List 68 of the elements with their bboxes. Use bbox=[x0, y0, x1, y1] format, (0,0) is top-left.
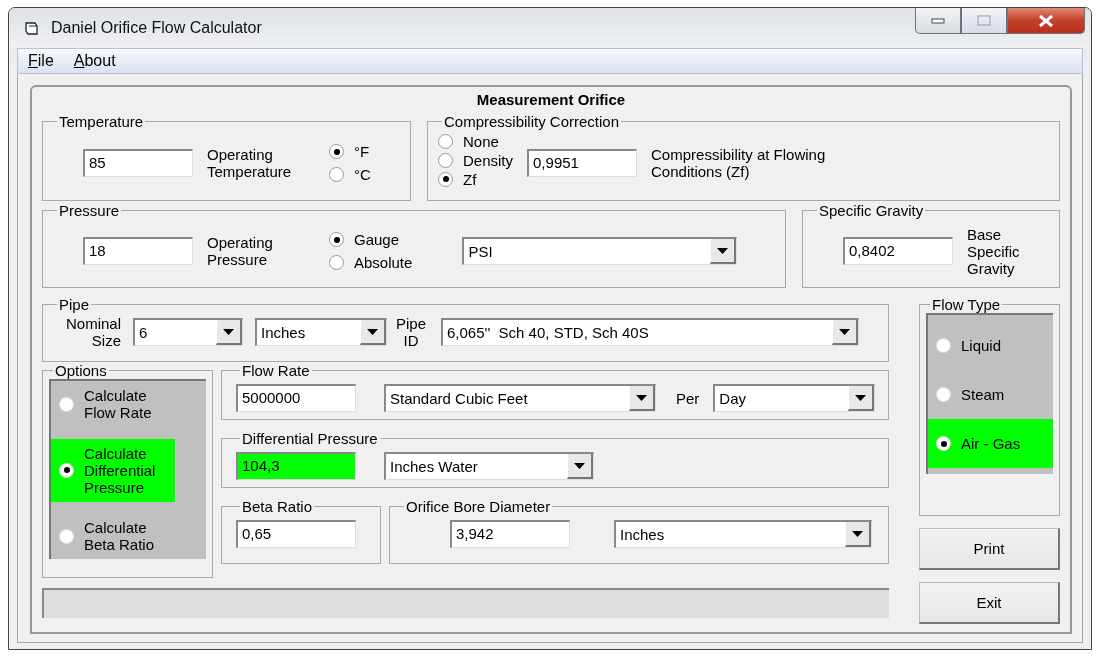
option-radio[interactable]: Calculate Differential Pressure bbox=[51, 438, 175, 502]
menu-item[interactable]: File bbox=[24, 52, 58, 70]
caret-icon bbox=[636, 394, 647, 401]
group-label: Pressure bbox=[58, 202, 121, 219]
period-dropdown[interactable]: Day bbox=[713, 384, 876, 412]
group-label: Temperature bbox=[58, 113, 145, 130]
pressure-field[interactable]: 18 bbox=[83, 237, 193, 265]
unit-dropdown[interactable]: Inches bbox=[614, 520, 872, 548]
close-icon bbox=[1038, 14, 1054, 27]
unit-dropdown[interactable]: Standard Cubic Feet bbox=[384, 384, 656, 412]
pipe-id-dropdown[interactable]: 6,065'' Sch 40, STD, Sch 40S bbox=[441, 318, 859, 346]
minimize-icon bbox=[931, 17, 945, 24]
correction-radio[interactable]: Zf bbox=[438, 170, 514, 188]
beta-ratio-field[interactable]: 0,65 bbox=[236, 520, 356, 548]
action-button[interactable]: Print bbox=[919, 528, 1060, 570]
maximize-button[interactable] bbox=[961, 8, 1007, 34]
group-label: Pipe bbox=[58, 296, 91, 313]
menu-item[interactable]: About bbox=[69, 52, 120, 70]
correction-radio[interactable]: None bbox=[438, 132, 514, 150]
option-radio[interactable]: Calculate Flow Rate bbox=[51, 381, 175, 427]
group-label: Flow Type bbox=[931, 296, 1002, 313]
field-label: Compressibility at Flowing Conditions (Zf) bbox=[651, 146, 827, 180]
pressure-mode-radio[interactable]: Absolute bbox=[329, 254, 413, 271]
correction-radio[interactable]: Density bbox=[438, 151, 514, 169]
caret-icon bbox=[717, 247, 729, 254]
group-label: Orifice Bore Diameter bbox=[405, 498, 552, 515]
minimize-button[interactable] bbox=[915, 8, 961, 34]
size-dropdown[interactable]: 6 bbox=[133, 318, 243, 346]
flow-rate-field[interactable]: 5000000 bbox=[236, 384, 356, 412]
field-label: Per bbox=[676, 389, 700, 407]
unit-dropdown[interactable]: Inches Water bbox=[384, 452, 594, 480]
option-radio[interactable]: Calculate Beta Ratio bbox=[51, 513, 175, 559]
group-label: Flow Rate bbox=[241, 362, 311, 379]
pressure-mode-radio[interactable]: Gauge bbox=[329, 231, 413, 248]
caret-icon bbox=[223, 328, 234, 335]
field-label: Operating Temperature bbox=[207, 146, 293, 180]
caret-icon bbox=[839, 328, 850, 335]
window-title: Daniel Orifice Flow Calculator bbox=[51, 19, 262, 37]
field-label: Nominal Size bbox=[64, 315, 121, 349]
caret-icon bbox=[367, 328, 378, 335]
caret-icon bbox=[574, 462, 585, 469]
group-label: Beta Ratio bbox=[241, 498, 314, 515]
field-label: Pipe ID bbox=[395, 315, 427, 349]
bore-diameter-field[interactable]: 3,942 bbox=[450, 520, 570, 548]
group-label: Compressibility Correction bbox=[443, 113, 621, 130]
field-label: Operating Pressure bbox=[207, 234, 274, 268]
unit-radio[interactable]: °C bbox=[329, 166, 371, 183]
group-label: Options bbox=[54, 362, 108, 379]
action-button[interactable]: Exit bbox=[919, 582, 1060, 624]
caret-icon bbox=[855, 394, 867, 401]
caret-icon bbox=[852, 530, 863, 537]
flow-type-radio[interactable]: Air - Gas bbox=[928, 419, 1053, 468]
field-label: Base Specific Gravity bbox=[967, 225, 1021, 277]
unit-dropdown[interactable]: PSI bbox=[462, 237, 738, 265]
compressibility-field[interactable]: 0,9951 bbox=[527, 149, 638, 177]
flow-type-radio[interactable]: Steam bbox=[928, 370, 1053, 419]
temperature-field[interactable]: 85 bbox=[83, 149, 193, 177]
unit-dropdown[interactable]: Inches bbox=[255, 318, 387, 346]
unit-radio[interactable]: °F bbox=[329, 143, 371, 160]
app-icon bbox=[25, 21, 41, 35]
panel-title: Measurement Orifice bbox=[475, 91, 627, 110]
group-label: Differential Pressure bbox=[241, 430, 379, 447]
close-button[interactable] bbox=[1007, 8, 1085, 34]
specific-gravity-field[interactable]: 0,8402 bbox=[843, 237, 953, 265]
maximize-icon bbox=[977, 15, 991, 26]
differential-pressure-field[interactable]: 104,3 bbox=[236, 452, 356, 480]
flow-type-radio[interactable]: Liquid bbox=[928, 321, 1053, 370]
group-label: Specific Gravity bbox=[818, 202, 925, 219]
